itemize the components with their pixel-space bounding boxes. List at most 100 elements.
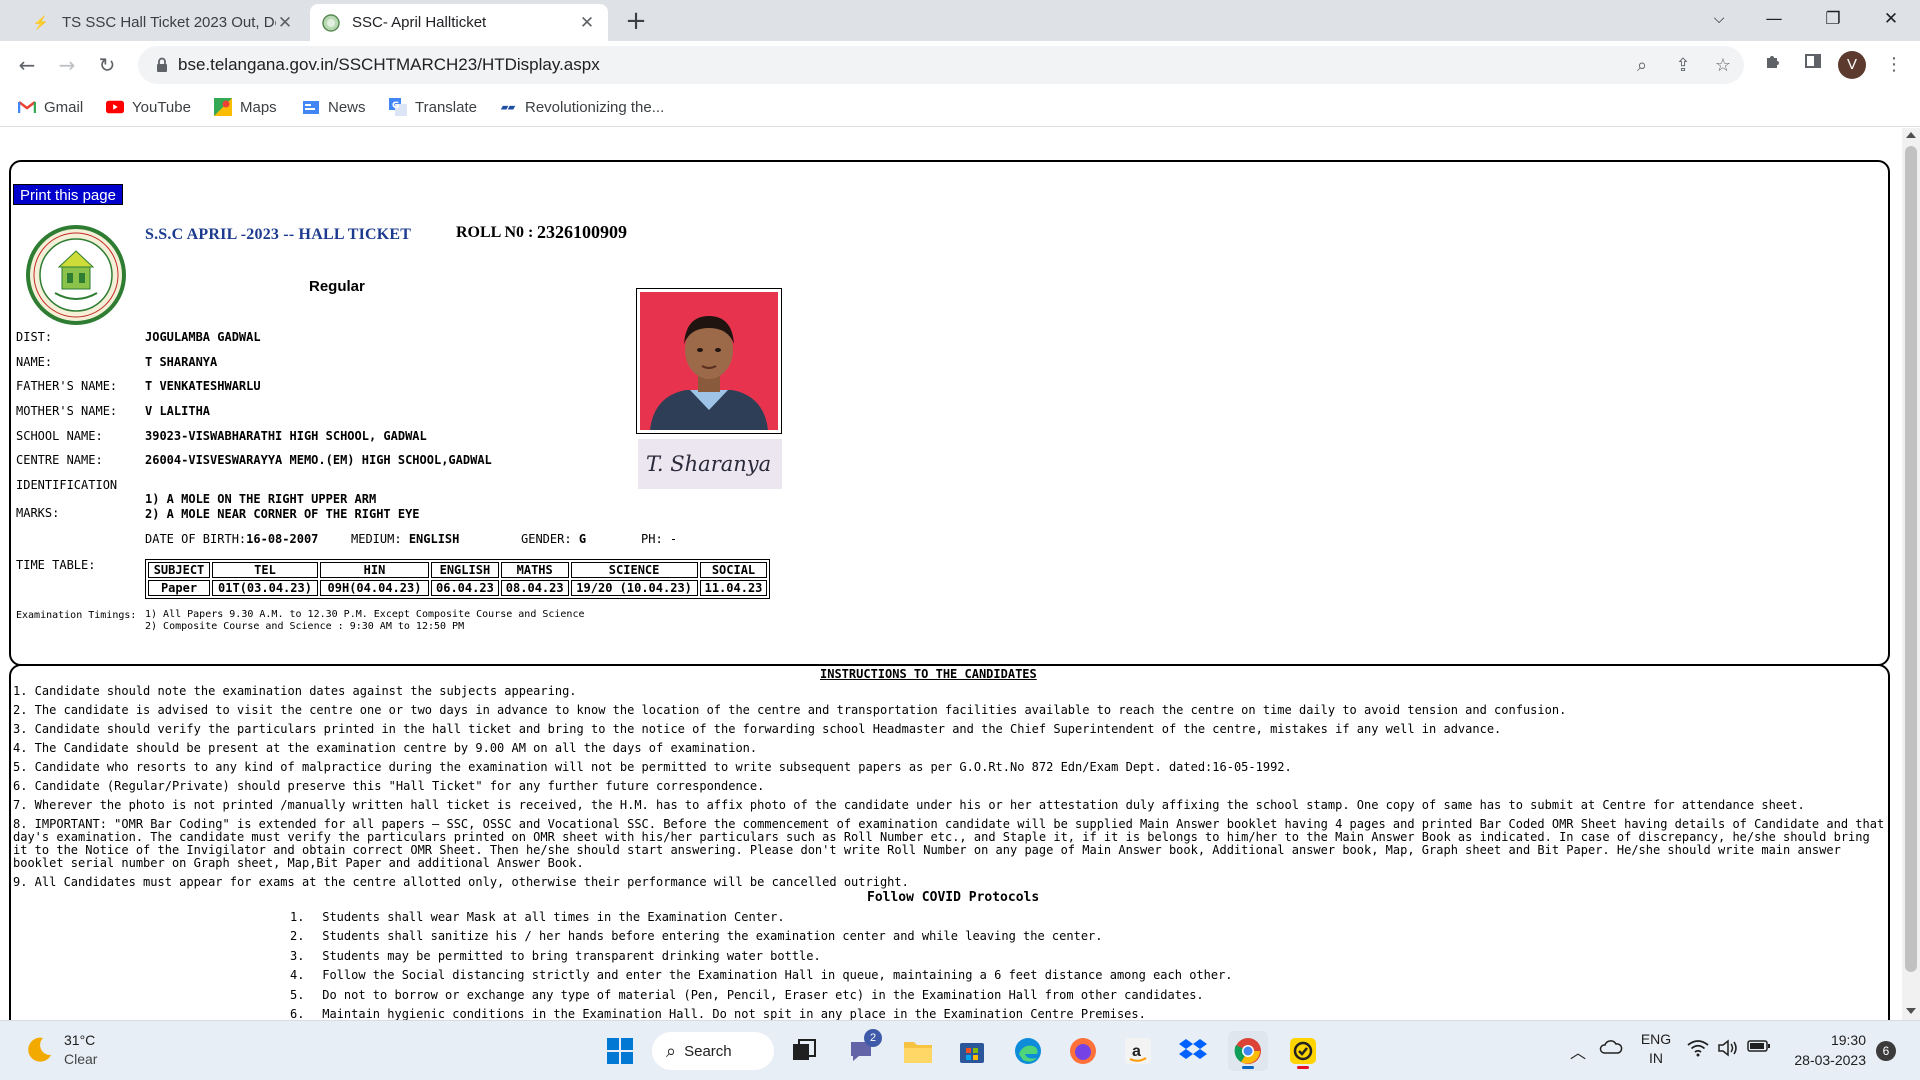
bookmark-maps[interactable]: Maps <box>214 89 277 125</box>
covid-item: 4. Follow the Social distancing strictly… <box>290 968 1233 987</box>
language-line-1: ENG <box>1640 1031 1672 1047</box>
scroll-down-icon[interactable] <box>1906 1008 1916 1014</box>
volume-icon[interactable] <box>1716 1039 1740 1061</box>
bookmark-gmail[interactable]: Gmail <box>18 89 83 125</box>
tab-close-icon[interactable]: ✕ <box>276 13 294 33</box>
identification-label: IDENTIFICATION <box>16 478 118 492</box>
print-page-button[interactable]: Print this page <box>13 184 123 205</box>
covid-item: 5. Do not to borrow or exchange any type… <box>290 988 1233 1007</box>
news-icon <box>302 99 320 115</box>
weather-condition: Clear <box>64 1051 98 1067</box>
address-bar[interactable]: bse.telangana.gov.in/SSCHTMARCH23/HTDisp… <box>138 46 1744 84</box>
bookmark-youtube[interactable]: YouTube <box>106 89 191 125</box>
covid-protocols-title: Follow COVID Protocols <box>867 890 1040 905</box>
temperature: 31°C <box>64 1032 96 1048</box>
amazon-icon[interactable]: a <box>1118 1031 1158 1071</box>
browser-toolbar: ← → ↻ bse.telangana.gov.in/SSCHTMARCH23/… <box>0 41 1920 89</box>
ms-store-icon[interactable] <box>952 1031 992 1071</box>
centre-name-value: 26004-VISVESWARAYYA MEMO.(EM) HIGH SCHOO… <box>145 453 492 467</box>
lock-icon[interactable] <box>152 55 172 75</box>
scroll-up-icon[interactable] <box>1906 132 1916 138</box>
instruction-item: 4. The Candidate should be present at th… <box>13 741 758 755</box>
moon-icon <box>24 1035 54 1065</box>
language-line-2: IN <box>1649 1050 1663 1066</box>
table-cell: 01T(03.04.23) <box>212 580 318 596</box>
wifi-icon[interactable] <box>1686 1039 1710 1061</box>
dropbox-icon[interactable] <box>1173 1031 1213 1071</box>
minimize-icon[interactable]: — <box>1749 0 1799 38</box>
bookmark-star-icon[interactable]: ☆ <box>1712 55 1734 77</box>
back-icon[interactable]: ← <box>11 49 43 81</box>
reload-icon[interactable]: ↻ <box>91 49 123 81</box>
close-window-icon[interactable]: ✕ <box>1866 0 1916 38</box>
start-icon[interactable] <box>600 1031 640 1071</box>
language-indicator[interactable]: ENG IN <box>1636 1030 1676 1072</box>
school-name-label: SCHOOL NAME: <box>16 429 103 443</box>
restore-icon[interactable]: ❐ <box>1808 0 1858 38</box>
weather-widget[interactable]: 31°C Clear <box>24 1031 97 1069</box>
tab-title: SSC- April Hallticket <box>352 14 487 31</box>
school-name-value: 39023-VISWABHARATHI HIGH SCHOOL, GADWAL <box>145 429 427 443</box>
bookmark-revolutionizing[interactable]: ▰▰ Revolutionizing the... <box>499 89 664 125</box>
show-hidden-icons-chevron-icon[interactable]: ︿ <box>1566 1039 1590 1063</box>
candidate-type: Regular <box>309 278 365 295</box>
share-icon[interactable]: ⇪ <box>1672 55 1694 77</box>
teams-chat-icon[interactable]: 2 <box>842 1029 882 1071</box>
bookmark-news[interactable]: News <box>302 89 366 125</box>
taskbar-search-box[interactable]: ⌕ Search <box>652 1032 774 1070</box>
name-value: T SHARANYA <box>145 355 218 369</box>
instructions-title: INSTRUCTIONS TO THE CANDIDATES <box>820 667 1037 681</box>
extensions-icon[interactable] <box>1757 49 1789 81</box>
candidate-photo <box>640 292 778 430</box>
table-header-cell: SUBJECT <box>148 562 210 578</box>
dist-label: DIST: <box>16 330 53 344</box>
firefox-icon[interactable] <box>1063 1031 1103 1071</box>
gender-field: GENDER: G <box>521 532 586 546</box>
profile-avatar[interactable]: V <box>1838 51 1866 79</box>
edge-icon[interactable] <box>1008 1031 1048 1071</box>
notification-badge[interactable]: 6 <box>1876 1041 1896 1061</box>
clock[interactable]: 19:30 28-03-2023 <box>1778 1030 1866 1072</box>
centre-name-label: CENTRE NAME: <box>16 453 103 467</box>
roll-number-value: 2326100909 <box>537 222 627 242</box>
bookmark-translate[interactable]: G Translate <box>389 89 477 125</box>
menu-kebab-icon[interactable]: ⋮ <box>1878 49 1910 81</box>
table-cell: 11.04.23 <box>699 580 768 596</box>
tab-close-icon[interactable]: ✕ <box>578 13 596 33</box>
instructions-list: 1. Candidate should note the examination… <box>13 685 1885 895</box>
covid-item-number: 2. <box>290 929 305 944</box>
chrome-icon[interactable] <box>1228 1031 1268 1071</box>
battery-icon[interactable] <box>1746 1039 1772 1061</box>
page-scrollbar[interactable] <box>1902 128 1920 1020</box>
maps-icon <box>214 98 232 116</box>
file-explorer-icon[interactable] <box>898 1031 938 1071</box>
tab-search-chevron-icon[interactable]: ⌵ <box>1694 0 1744 38</box>
covid-item: 3. Students may be permitted to bring tr… <box>290 949 1233 968</box>
tasks-app-icon[interactable] <box>1283 1031 1323 1071</box>
teams-badge: 2 <box>864 1029 882 1047</box>
instruction-item: 7. Wherever the photo is not printed /ma… <box>13 798 1805 812</box>
telangana-emblem-logo <box>15 225 137 325</box>
onedrive-icon[interactable] <box>1598 1039 1624 1063</box>
side-panel-icon[interactable] <box>1797 49 1829 81</box>
table-header-cell: HIN <box>320 562 429 578</box>
url-text[interactable]: bse.telangana.gov.in/SSCHTMARCH23/HTDisp… <box>178 46 600 84</box>
zoom-icon[interactable]: ⌕ <box>1631 55 1653 77</box>
tab-ts-ssc-hall-ticket[interactable]: ⚡ TS SSC Hall Ticket 2023 Out, Dow ✕ <box>20 4 306 41</box>
covid-item-number: 3. <box>290 948 305 963</box>
dob-label: DATE OF BIRTH: <box>145 532 247 546</box>
clock-date: 28-03-2023 <box>1794 1052 1866 1068</box>
timetable-header-row: SUBJECT TEL HIN ENGLISH MATHS SCIENCE SO… <box>148 562 768 578</box>
table-header-cell: ENGLISH <box>431 562 499 578</box>
browser-tabstrip: ⚡ TS SSC Hall Ticket 2023 Out, Dow ✕ SSC… <box>0 0 1920 41</box>
scrollbar-thumb[interactable] <box>1905 146 1917 972</box>
tab-ssc-april-hallticket[interactable]: SSC- April Hallticket ✕ <box>310 4 608 41</box>
task-view-icon[interactable] <box>784 1031 824 1071</box>
youtube-icon <box>106 99 124 115</box>
new-tab-button[interactable]: + <box>620 6 652 38</box>
dob-value: 16-08-2007 <box>246 532 319 546</box>
forward-icon[interactable]: → <box>51 49 83 81</box>
instruction-item: 2. The candidate is advised to visit the… <box>13 703 1567 717</box>
gender-label: GENDER: <box>521 532 572 546</box>
instruction-item: 5. Candidate who resorts to any kind of … <box>13 760 1292 774</box>
